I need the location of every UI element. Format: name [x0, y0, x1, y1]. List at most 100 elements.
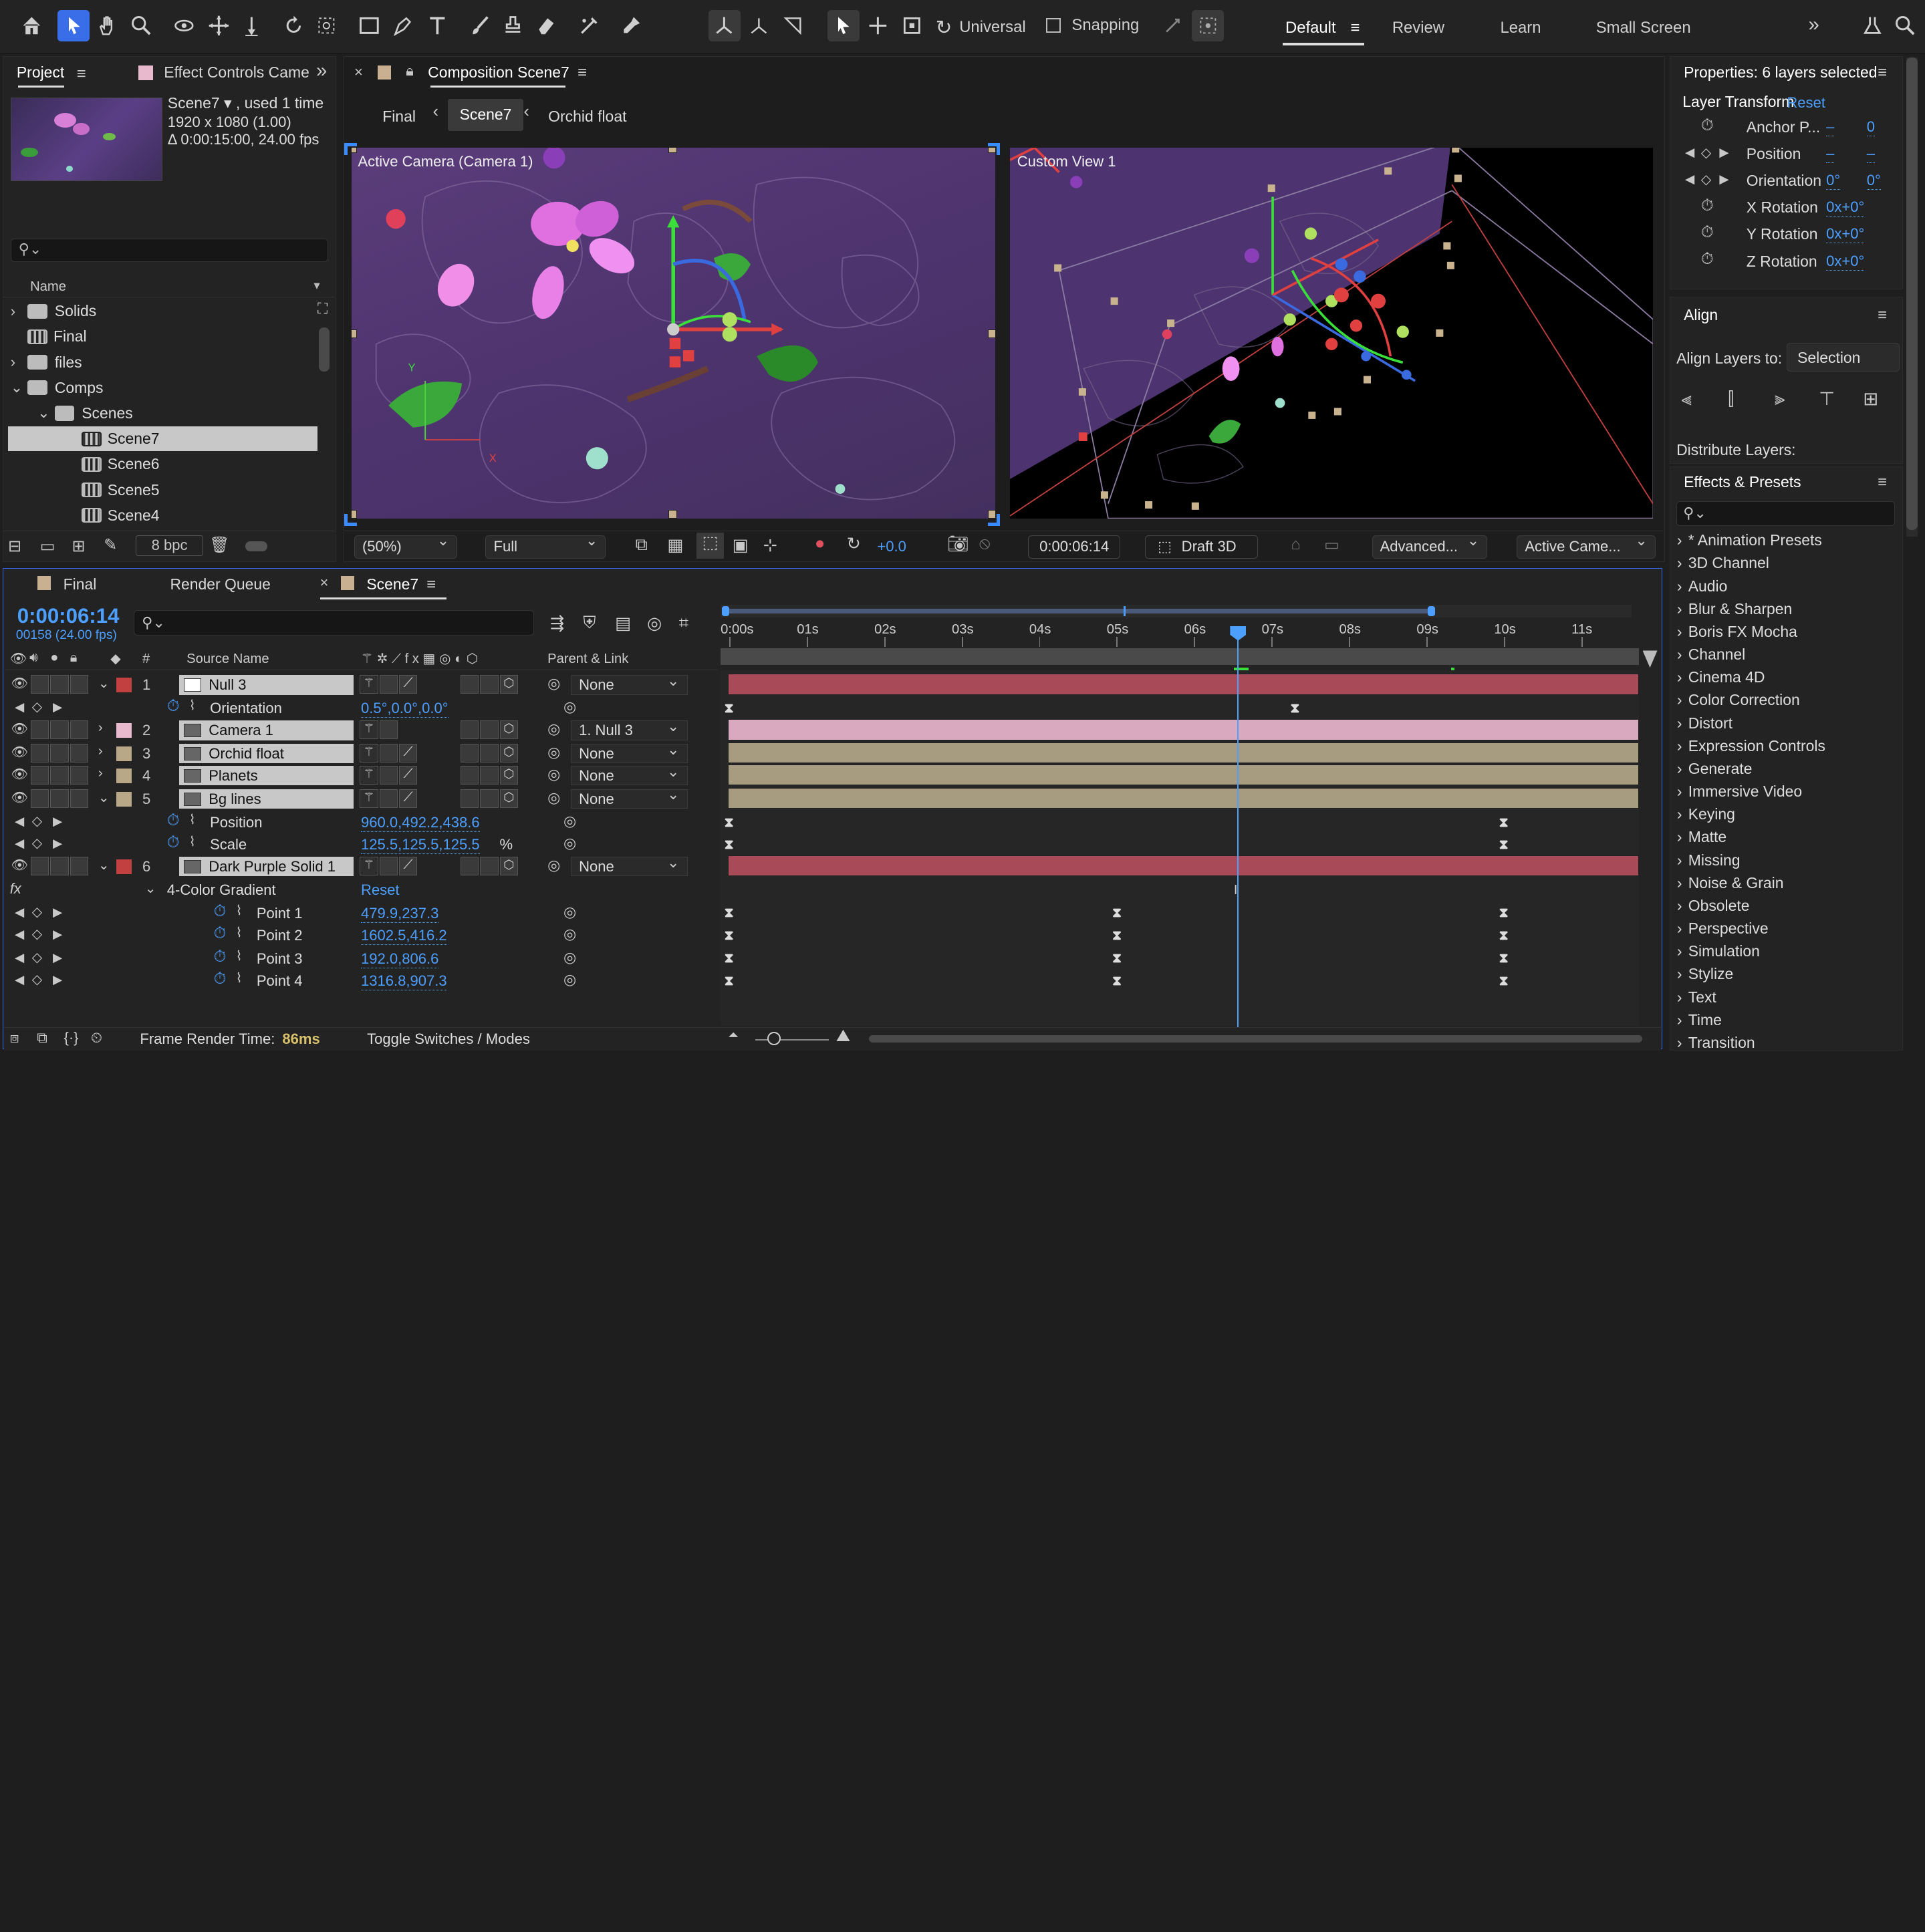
column-name-header[interactable]: Name	[30, 279, 66, 295]
effect-category[interactable]: › Cinema 4D	[1677, 668, 1765, 686]
keyframe-marker[interactable]: ⧗	[725, 974, 734, 988]
prev-keyframe-icon[interactable]: ◀	[15, 836, 24, 851]
timeline-menu-icon[interactable]: ≡	[426, 575, 436, 594]
adjustment-switch[interactable]	[480, 744, 499, 763]
layer-handle[interactable]	[352, 329, 357, 339]
solo-switch[interactable]	[50, 857, 69, 875]
effects-menu-icon[interactable]: ≡	[1878, 473, 1887, 492]
next-keyframe-icon[interactable]: ▶	[53, 972, 62, 987]
parent-dropdown[interactable]: None	[571, 853, 688, 877]
audio-switch[interactable]	[30, 857, 49, 875]
property-value[interactable]: 1316.8,907.3	[360, 972, 447, 990]
workspace-menu-icon[interactable]: ≡	[1351, 19, 1360, 37]
timeline-horizontal-scrollbar[interactable]	[869, 1035, 1643, 1043]
lock-icon[interactable]: 🔒︎	[406, 62, 414, 80]
project-item-scene7[interactable]: Scene7	[8, 426, 317, 452]
source-name-header[interactable]: Source Name	[186, 652, 269, 667]
layer-name[interactable]: Orchid float	[179, 744, 354, 764]
prev-keyframe-icon[interactable]: ◀	[15, 972, 24, 987]
align-horizontal-center-icon[interactable]: ⫿	[1728, 388, 1734, 410]
project-item-scene6[interactable]: Scene6	[8, 452, 317, 477]
pick-whip-icon[interactable]: ◎	[547, 766, 560, 783]
collapse-switch[interactable]	[379, 789, 398, 808]
align-menu-icon[interactable]: ≡	[1878, 306, 1887, 325]
transform-value-2[interactable]: 0	[1866, 118, 1876, 137]
chevron-down-icon[interactable]: ⌄	[98, 857, 110, 873]
next-keyframe-icon[interactable]: ▶	[53, 836, 62, 851]
lock-icon[interactable]: 🔒︎	[70, 650, 78, 666]
hand-tool-icon[interactable]	[92, 10, 124, 42]
stopwatch-icon[interactable]: ⏱︎	[214, 902, 227, 921]
layer-duration-bar[interactable]	[728, 855, 1639, 877]
zoom-out-icon[interactable]: ⏶	[728, 1028, 739, 1043]
stopwatch-icon[interactable]: ⏱︎	[214, 924, 227, 943]
effect-category[interactable]: › Immersive Video	[1677, 783, 1802, 801]
graph-editor-icon[interactable]: ⌗	[679, 613, 688, 634]
adjustment-switch[interactable]	[480, 857, 499, 875]
graph-icon[interactable]: ⌇	[236, 970, 243, 986]
tab-final[interactable]: Final	[63, 575, 97, 593]
region-of-interest-icon[interactable]: ▣	[733, 535, 749, 555]
effect-category[interactable]: › 3D Channel	[1677, 554, 1769, 572]
next-keyframe-icon[interactable]: ▶	[53, 927, 62, 942]
stopwatch-icon[interactable]: ⏱︎	[214, 970, 227, 988]
audio-switch[interactable]	[30, 720, 49, 739]
show-snapshot-icon[interactable]: ⦸	[979, 534, 991, 554]
align-to-dropdown[interactable]: Selection	[1787, 343, 1900, 372]
pan-camera-tool-icon[interactable]	[203, 10, 235, 42]
tab-effect-controls[interactable]: Effect Controls Camer	[164, 63, 309, 82]
video-visibility-icon[interactable]: 👁︎	[10, 650, 27, 667]
eye-icon[interactable]: 👁︎	[11, 720, 29, 737]
workspace-learn[interactable]: Learn	[1500, 19, 1541, 37]
align-top-icon[interactable]: ⊤	[1819, 388, 1835, 410]
stopwatch-icon[interactable]: ⏱︎	[167, 811, 180, 830]
local-axis-mode-icon[interactable]	[708, 9, 741, 42]
draft-3d-timeline-icon[interactable]: ⛨	[583, 613, 596, 634]
eye-icon[interactable]: 👁︎	[11, 675, 29, 692]
3d-layer-switch[interactable]: ⬡	[499, 675, 519, 694]
tab-composition-scene7[interactable]: Composition Scene7	[428, 63, 569, 82]
layer-label-color[interactable]	[116, 768, 132, 783]
layer-name[interactable]: Planets	[179, 766, 354, 786]
effect-name[interactable]: 4-Color Gradient	[167, 881, 276, 899]
stopwatch-icon[interactable]: ⏱︎	[1701, 196, 1714, 215]
solo-switch[interactable]	[50, 744, 69, 763]
render-time-icon[interactable]: ⏲	[91, 1029, 102, 1047]
prev-keyframe-icon[interactable]: ◀	[15, 950, 24, 965]
keyframe-marker[interactable]: ⧗	[1499, 906, 1509, 920]
snapping-checkbox[interactable]	[1045, 17, 1061, 33]
graph-icon[interactable]: ⌇	[236, 924, 243, 941]
expression-pick-whip-icon[interactable]: ◎	[563, 926, 576, 943]
project-item-comps[interactable]: ⌄ Comps	[8, 376, 317, 400]
next-keyframe-icon[interactable]: ▶	[53, 814, 62, 829]
solo-switch[interactable]	[50, 789, 69, 808]
align-left-icon[interactable]: ⫷	[1681, 388, 1692, 410]
property-value[interactable]: 479.9,237.3	[360, 905, 439, 923]
view-axis-mode-icon[interactable]	[777, 10, 809, 42]
snapping-toggle[interactable]: Snapping	[1045, 16, 1139, 35]
roto-brush-tool-icon[interactable]	[573, 10, 606, 42]
transform-value-1[interactable]: 0x+0°	[1826, 253, 1865, 271]
layer-row-2[interactable]: 👁︎ › 2 Camera 1 ⚚ ⬡ ◎ 1. Null 3	[5, 718, 719, 741]
properties-menu-icon[interactable]: ≡	[1878, 63, 1887, 82]
pan-behind-tool-icon[interactable]	[311, 10, 343, 42]
resolution-dropdown[interactable]: Full	[485, 532, 606, 559]
solo-icon[interactable]: ●	[50, 650, 58, 666]
motion-blur-switch[interactable]	[460, 744, 479, 763]
collapse-switch[interactable]	[379, 675, 398, 694]
timeline-current-time[interactable]: 0:00:06:14	[17, 604, 120, 628]
transform-value-2[interactable]: –	[1866, 145, 1876, 164]
project-item-final[interactable]: Final	[8, 325, 317, 350]
keyframe-diamond-icon[interactable]: ◇	[32, 926, 43, 942]
pick-whip-icon[interactable]: ◎	[547, 789, 560, 807]
3d-move-icon[interactable]	[862, 10, 894, 42]
shy-switch[interactable]: ⚚	[360, 857, 378, 875]
eye-icon[interactable]: 👁︎	[11, 857, 29, 873]
effect-category[interactable]: › Keying	[1677, 805, 1735, 823]
effect-category[interactable]: › Blur & Sharpen	[1677, 600, 1792, 618]
motion-blur-switch[interactable]	[460, 720, 479, 739]
expression-pick-whip-icon[interactable]: ◎	[563, 813, 576, 830]
collapse-switch[interactable]	[379, 720, 398, 739]
audio-switch[interactable]	[30, 744, 49, 763]
toggle-switches-modes-button[interactable]: Toggle Switches / Modes	[367, 1030, 530, 1048]
